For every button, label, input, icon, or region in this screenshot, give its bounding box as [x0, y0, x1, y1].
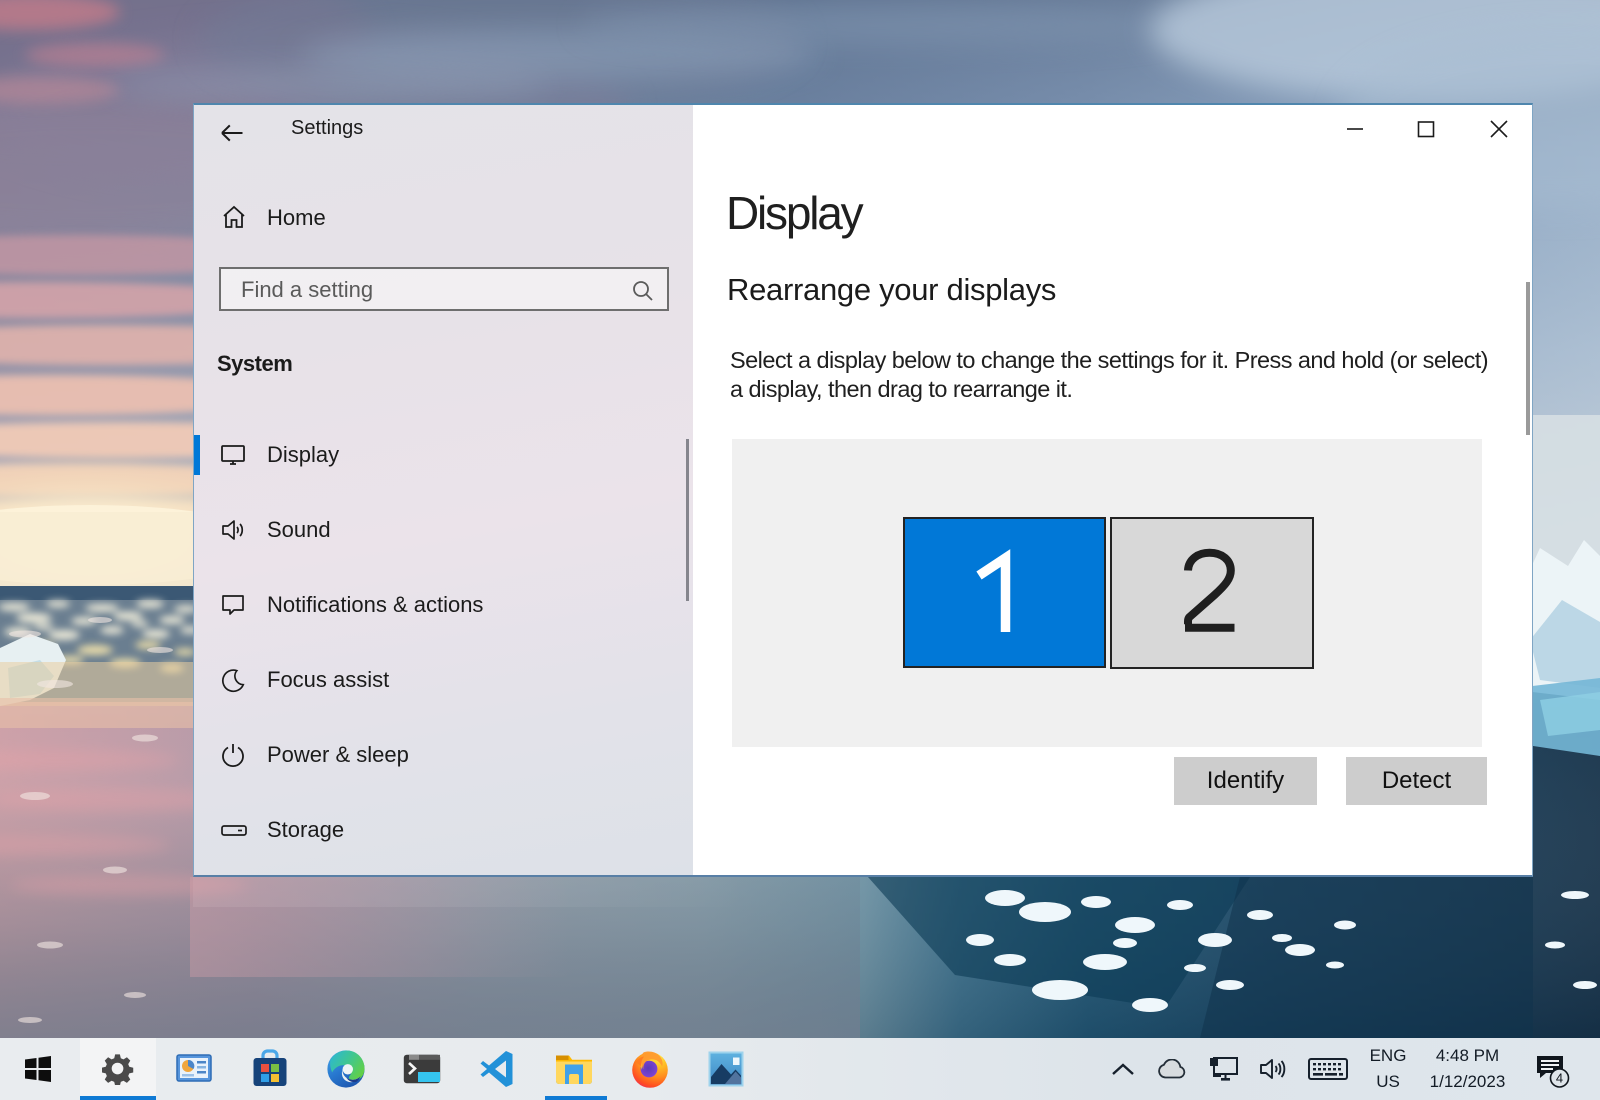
svg-text:4: 4: [1556, 1071, 1563, 1086]
